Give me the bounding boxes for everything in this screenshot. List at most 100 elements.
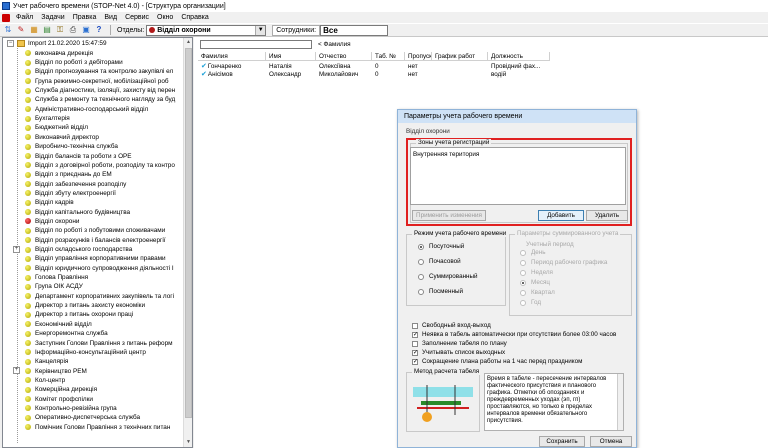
tree-item[interactable]: Відділ прогнозування та контролю закупів… — [25, 67, 173, 76]
radio-icon[interactable] — [520, 259, 526, 266]
tree-item[interactable]: Помічник Голови Правління з технічних пи… — [25, 423, 170, 432]
column-header-lastname[interactable]: Фамилия — [198, 52, 266, 61]
scroll-down-icon[interactable]: ▼ — [184, 438, 192, 447]
tree-item[interactable]: Відділ юридичного супроводження діяльнос… — [25, 264, 174, 273]
tree-item[interactable]: Відділ балансів та роботи з ОРЕ — [25, 151, 132, 160]
radio-icon[interactable] — [418, 273, 424, 280]
tree-item[interactable]: Виконавчий директор — [25, 133, 99, 142]
tree-item[interactable]: Відділ з приєднань до ЕМ — [25, 170, 112, 179]
column-header-firstname[interactable]: Имя — [266, 52, 316, 61]
tree-item[interactable]: Бюджетний відділ — [25, 123, 88, 132]
tree-item[interactable]: Виробничо-технічна служба — [25, 142, 118, 151]
column-header-tab-number[interactable]: Таб. № — [372, 52, 405, 61]
table-row[interactable]: ✔Гончаренко Наталія Олексіївна 0 нет Про… — [198, 63, 550, 71]
column-header-schedule[interactable]: График работ — [432, 52, 488, 61]
tree-scrollbar-thumb[interactable] — [185, 48, 192, 418]
expand-icon[interactable]: + — [13, 367, 20, 375]
menu-service[interactable]: Сервис — [121, 14, 153, 21]
period-quarter-radio[interactable]: Квартал — [520, 289, 555, 296]
mode-summed-radio[interactable]: Суммированный — [418, 273, 478, 280]
tree-item[interactable]: Служба діагностики, ізоляції, захисту ві… — [25, 86, 175, 95]
add-zone-button[interactable]: Добавить — [538, 210, 584, 221]
menu-edit[interactable]: Правка — [69, 14, 101, 21]
tree-structure-icon[interactable]: ⇅ — [3, 25, 13, 35]
column-header-middlename[interactable]: Отчество — [316, 52, 372, 61]
tree-item[interactable]: Відділ збуту електроенергії — [25, 189, 116, 198]
menu-tasks[interactable]: Задачи — [37, 14, 69, 21]
tree-item[interactable]: Відділ по роботі з дебіторами — [25, 58, 123, 67]
menu-view[interactable]: Вид — [100, 14, 121, 21]
department-select[interactable]: Відділ охорони ▼ — [146, 24, 267, 36]
save-button[interactable]: Сохранить — [539, 436, 585, 447]
delete-zone-button[interactable]: Удалить — [586, 210, 628, 221]
tree-item[interactable]: Заступник Голови Правління з питань рефо… — [25, 338, 173, 347]
tree-item[interactable]: + Керівництво РЕМ — [13, 366, 87, 375]
menu-file[interactable]: Файл — [12, 14, 37, 21]
tree-item[interactable]: Департамент корпоративних закупівель та … — [25, 292, 174, 301]
column-header-pass[interactable]: Пропуск — [405, 52, 432, 61]
tree-item[interactable]: Адміністративно-господарський відділ — [25, 105, 148, 114]
tree-item[interactable]: Комерційна дирекція — [25, 385, 97, 394]
tree-item[interactable]: Відділ розрахунків і балансів електроене… — [25, 236, 166, 245]
help-icon[interactable]: ? — [94, 25, 104, 35]
tree-root[interactable]: − Import 21.02.2020 15:47:59 — [7, 39, 107, 48]
menu-app-icon[interactable] — [2, 13, 10, 22]
tree-item[interactable]: Відділ забезпечення розподілу — [25, 179, 126, 188]
schedule-icon[interactable]: ✎ — [16, 25, 26, 35]
radio-selected-icon[interactable] — [520, 279, 526, 286]
fill-by-plan-checkbox[interactable]: Заполнение табеля по плану — [412, 340, 507, 347]
radio-icon[interactable] — [418, 288, 424, 295]
apply-changes-button[interactable]: Применить изменения — [412, 210, 486, 221]
method-scrollbar[interactable] — [617, 374, 623, 430]
tree-item[interactable]: Відділ з договірної роботи, розподілу та… — [25, 161, 175, 170]
holidays-list-checkbox[interactable]: ✓ Учитывать список выходных — [412, 349, 505, 356]
radio-icon[interactable] — [520, 269, 526, 276]
tree-item[interactable]: + Відділ складського господарства — [13, 245, 132, 254]
period-month-radio[interactable]: Месяц — [520, 279, 550, 286]
tree-item[interactable]: Голова Правління — [25, 273, 88, 282]
auto-absence-checkbox[interactable]: ✓ Неявка в табель автоматически при отсут… — [412, 331, 616, 338]
free-entry-checkbox[interactable]: Свободный вход-выход — [412, 322, 491, 329]
mode-daily-radio[interactable]: Посуточный — [418, 243, 464, 250]
radio-icon[interactable] — [520, 289, 526, 296]
tree-scrollbar[interactable]: ▲ ▼ — [183, 38, 192, 447]
calendar-icon[interactable]: ▦ — [29, 25, 39, 35]
tree-item[interactable]: Відділ управління корпоративними правами — [25, 254, 166, 263]
checkbox-icon[interactable] — [412, 322, 418, 329]
table-row[interactable]: ✔Анісімов Олександр Миколайович 0 нет во… — [198, 71, 550, 79]
menu-window[interactable]: Окно — [153, 14, 177, 21]
period-day-radio[interactable]: День — [520, 249, 546, 256]
tree-item[interactable]: Інформаційно-консультаційний центр — [25, 348, 146, 357]
tree-item[interactable]: Оперативно-диспетчерська служба — [25, 413, 140, 422]
period-schedule-radio[interactable]: Период рабочего графика — [520, 259, 607, 266]
cancel-button[interactable]: Отмена — [590, 436, 632, 447]
radio-icon[interactable] — [520, 299, 526, 306]
radio-icon[interactable] — [520, 249, 526, 256]
checkbox-checked-icon[interactable]: ✓ — [412, 331, 418, 338]
pre-holiday-checkbox[interactable]: ✓ Сокращение плана работы на 1 час перед … — [412, 358, 582, 365]
tree-item[interactable]: Група ОІК АСДУ — [25, 282, 83, 291]
collapse-icon[interactable]: − — [7, 40, 14, 48]
tree-item[interactable]: Відділ по роботі з побутовими споживачам… — [25, 226, 165, 235]
tree-item[interactable]: Контрольно-ревізійна група — [25, 404, 117, 413]
clipboard-icon[interactable]: ▣ — [81, 25, 91, 35]
column-header-position[interactable]: Должность — [488, 52, 550, 61]
tree-item[interactable]: Служба з ремонту та технічного нагляду з… — [25, 95, 175, 104]
key-icon[interactable]: ⚿ — [55, 25, 65, 35]
tree-item[interactable]: Кол-центр — [25, 376, 65, 385]
tree-item[interactable]: Економічний відділ — [25, 320, 92, 329]
checkbox-checked-icon[interactable]: ✓ — [412, 349, 418, 356]
period-year-radio[interactable]: Год — [520, 299, 541, 306]
mode-shift-radio[interactable]: Посменный — [418, 288, 463, 295]
mode-hourly-radio[interactable]: Почасовой — [418, 258, 461, 265]
report-icon[interactable]: ▤ — [42, 25, 52, 35]
tree-item[interactable]: Директор з питань захисту економіки — [25, 301, 145, 310]
chevron-down-icon[interactable]: ▼ — [255, 25, 266, 35]
scroll-up-icon[interactable]: ▲ — [184, 38, 192, 47]
period-week-radio[interactable]: Неделя — [520, 269, 553, 276]
tree-item[interactable]: виконавча дирекція — [25, 49, 93, 58]
employees-select[interactable]: Все — [320, 24, 389, 36]
zones-list[interactable]: Внутренняя територия — [410, 147, 626, 205]
menu-help[interactable]: Справка — [177, 14, 212, 21]
tree-item[interactable]: Бухгалтерія — [25, 114, 70, 123]
